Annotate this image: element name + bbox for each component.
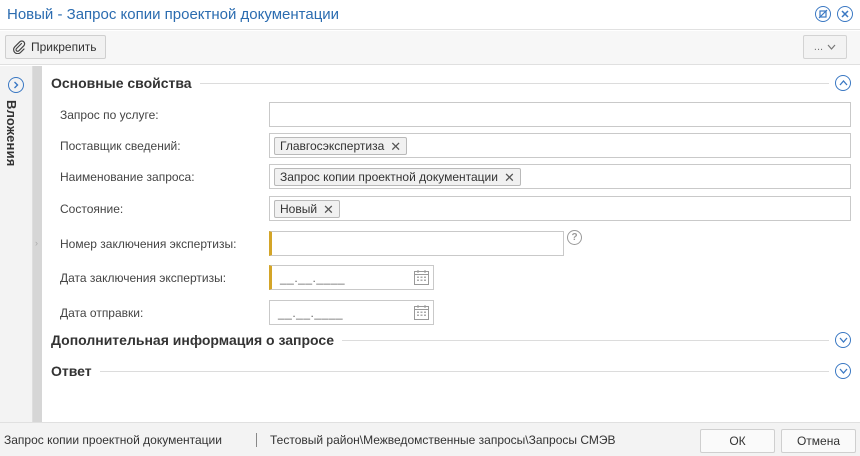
paperclip-icon: [12, 40, 26, 54]
status-bar: Запрос копии проектной документации Тест…: [0, 422, 860, 456]
section-additional-info[interactable]: Дополнительная информация о запросе: [51, 331, 851, 351]
state-field[interactable]: Новый ✕: [269, 196, 851, 221]
close-icon[interactable]: [837, 6, 853, 22]
chevron-up-icon[interactable]: [835, 75, 851, 91]
conclusion-number-label: Номер заключения экспертизы:: [60, 237, 237, 251]
provider-tag-text: Главгосэкспертиза: [280, 139, 385, 153]
date-mask: __.__.____: [278, 306, 344, 320]
help-icon[interactable]: ?: [567, 230, 582, 245]
cancel-button[interactable]: Отмена: [781, 429, 856, 453]
state-label: Состояние:: [60, 202, 124, 216]
status-separator: [256, 433, 257, 447]
request-name-label: Наименование запроса:: [60, 170, 195, 184]
remove-tag-icon[interactable]: ✕: [323, 203, 334, 216]
conclusion-number-field[interactable]: [269, 231, 564, 256]
service-request-field[interactable]: [269, 102, 851, 127]
request-name-tag-text: Запрос копии проектной документации: [280, 170, 498, 184]
provider-label: Поставщик сведений:: [60, 139, 181, 153]
send-date-label: Дата отправки:: [60, 306, 144, 320]
status-path: Тестовый район\Межведомственные запросы\…: [270, 433, 616, 447]
request-name-tag: Запрос копии проектной документации ✕: [274, 168, 521, 186]
service-request-label: Запрос по услуге:: [60, 108, 159, 122]
calendar-icon[interactable]: [413, 269, 430, 289]
state-tag: Новый ✕: [274, 200, 340, 218]
section-divider: [51, 371, 829, 372]
splitter-arrow-icon: ›: [35, 238, 38, 248]
calendar-icon[interactable]: [413, 304, 430, 324]
title-bar: Новый - Запрос копии проектной документа…: [0, 0, 860, 30]
attachments-label[interactable]: Вложения: [4, 100, 19, 167]
minimize-icon[interactable]: [815, 6, 831, 22]
remove-tag-icon[interactable]: ✕: [504, 171, 515, 184]
section-title-additional: Дополнительная информация о запросе: [51, 332, 342, 348]
send-date-field[interactable]: __.__.____: [269, 300, 434, 325]
remove-tag-icon[interactable]: ✕: [390, 140, 401, 153]
more-actions-button[interactable]: ...: [803, 35, 847, 59]
toolbar: Прикрепить ...: [0, 31, 860, 65]
more-label: ...: [813, 41, 824, 53]
date-mask: __.__.____: [280, 271, 346, 285]
chevron-down-icon[interactable]: [835, 363, 851, 379]
provider-tag: Главгосэкспертиза ✕: [274, 137, 408, 155]
provider-field[interactable]: Главгосэкспертиза ✕: [269, 133, 851, 158]
window-title: Новый - Запрос копии проектной документа…: [7, 6, 340, 23]
section-answer[interactable]: Ответ: [51, 362, 851, 382]
section-main-properties: Основные свойства: [51, 74, 851, 94]
ok-button[interactable]: ОК: [700, 429, 775, 453]
conclusion-date-label: Дата заключения экспертизы:: [60, 271, 227, 285]
attachments-panel: Вложения: [0, 66, 33, 422]
chevron-down-icon[interactable]: [835, 332, 851, 348]
chevron-right-icon[interactable]: [8, 77, 24, 93]
section-title-main: Основные свойства: [51, 75, 200, 91]
status-document: Запрос копии проектной документации: [4, 433, 222, 447]
conclusion-date-field[interactable]: __.__.____: [269, 265, 434, 290]
chevron-down-icon: [827, 41, 836, 53]
request-name-field[interactable]: Запрос копии проектной документации ✕: [269, 164, 851, 189]
attach-label: Прикрепить: [31, 40, 97, 54]
section-title-answer: Ответ: [51, 363, 100, 379]
attach-button[interactable]: Прикрепить: [5, 35, 106, 59]
state-tag-text: Новый: [280, 202, 318, 216]
